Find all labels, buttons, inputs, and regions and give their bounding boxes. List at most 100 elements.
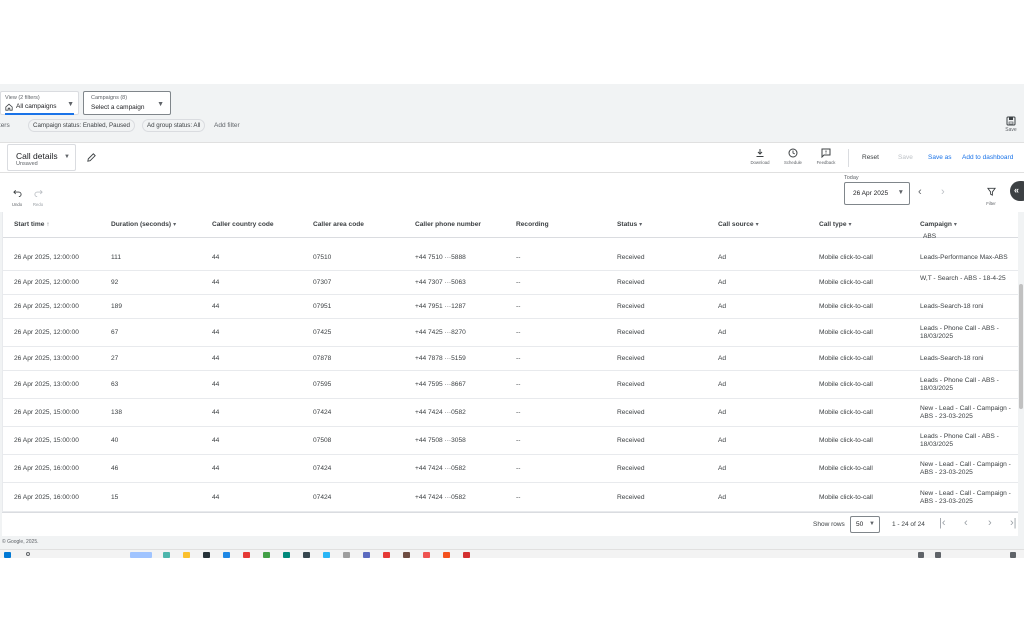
rows-per-page-selector[interactable]: 50 ▼: [850, 516, 880, 533]
previous-period-button[interactable]: ‹: [918, 187, 922, 198]
cell-status: Received: [617, 409, 645, 416]
cell-start-time: 26 Apr 2025, 12:00:00: [14, 253, 79, 261]
dropdown-arrow-icon: ▾: [953, 222, 957, 228]
first-page-icon[interactable]: |‹: [939, 517, 946, 529]
cell-start-time: 26 Apr 2025, 15:00:00: [14, 437, 79, 444]
cell-call-source: Ad: [718, 303, 727, 310]
notification-icon[interactable]: [1010, 552, 1016, 558]
redo-button[interactable]: Redo: [31, 184, 45, 207]
cell-call-type: Mobile click-to-call: [819, 465, 873, 472]
show-rows-label: Show rows: [813, 521, 845, 528]
cell-call-source: Ad: [718, 381, 727, 388]
undo-button[interactable]: Undo: [10, 184, 24, 207]
cell-call-type: Mobile click-to-call: [819, 437, 873, 444]
campaign-selector[interactable]: Campaigns (8) Select a campaign ▼: [83, 91, 171, 115]
undo-icon: [12, 189, 22, 198]
table-row[interactable]: 26 Apr 2025, 12:00:00 92 44 07307 +44 7307 ·…: [3, 271, 1018, 295]
cell-duration: 92: [111, 279, 119, 286]
collapse-panel-button[interactable]: «: [1010, 181, 1024, 201]
table-row[interactable]: 26 Apr 2025, 12:00:00 189 44 07951 +44 7951 …: [3, 295, 1018, 319]
app-icon[interactable]: [443, 552, 450, 558]
app-icon[interactable]: [463, 552, 470, 558]
cell-area-code: 07510: [313, 253, 332, 261]
date-range-selector[interactable]: 26 Apr 2025 ▼: [844, 182, 910, 205]
report-selector[interactable]: Call details Unsaved ▼: [7, 144, 76, 171]
pencil-icon[interactable]: [86, 152, 97, 163]
column-header-duration[interactable]: Duration (seconds) ▾: [111, 221, 176, 228]
table-row[interactable]: 26 Apr 2025, 16:00:00 15 44 07424 +44 7424 ·…: [3, 483, 1018, 512]
vertical-scrollbar[interactable]: [1019, 284, 1023, 409]
cell-call-type: Mobile click-to-call: [819, 329, 873, 336]
app-icon[interactable]: [383, 552, 390, 558]
cell-area-code: 07424: [313, 409, 332, 416]
cell-duration: 46: [111, 465, 119, 472]
cell-duration: 63: [111, 381, 119, 388]
table-row[interactable]: 26 Apr 2025, 13:00:00 63 44 07595 +44 7595 ·…: [3, 371, 1018, 399]
dropdown-arrow-icon: ▾: [848, 222, 852, 228]
cell-duration: 138: [111, 409, 123, 416]
column-header-call-source[interactable]: Call source ▾: [718, 221, 759, 228]
app-icon[interactable]: [163, 552, 170, 558]
network-icon[interactable]: [935, 552, 941, 558]
previous-page-icon[interactable]: ‹: [964, 517, 968, 529]
cell-recording: --: [516, 381, 521, 388]
cell-phone-number: +44 7425 ···8270: [415, 329, 466, 336]
filter-button[interactable]: Filter: [984, 183, 998, 206]
column-header-caller-country-code[interactable]: Caller country code: [212, 221, 274, 228]
save-button[interactable]: Save: [898, 154, 913, 161]
app-icon[interactable]: [243, 552, 250, 558]
search-icon[interactable]: [26, 552, 30, 556]
partial-row-text: ABS: [923, 233, 937, 240]
download-button[interactable]: Download: [747, 148, 773, 165]
table-row[interactable]: 26 Apr 2025, 12:00:00 111 44 07510 +44 7510 …: [3, 244, 1018, 271]
column-header-start-time[interactable]: Start time ↑: [14, 221, 49, 228]
table-row[interactable]: 26 Apr 2025, 15:00:00 138 44 07424 +44 7424 …: [3, 399, 1018, 427]
column-header-status[interactable]: Status ▾: [617, 221, 642, 228]
app-icon[interactable]: [343, 552, 350, 558]
chevron-down-icon: ▼: [67, 101, 74, 108]
filter-chip-ad-group-status[interactable]: Ad group status: All: [142, 119, 206, 132]
app-thumbnail-icon[interactable]: [130, 552, 152, 558]
add-to-dashboard-button[interactable]: Add to dashboard: [962, 154, 1013, 161]
column-header-caller-area-code[interactable]: Caller area code: [313, 221, 364, 228]
column-header-campaign[interactable]: Campaign ▾: [920, 221, 957, 228]
app-icon[interactable]: [203, 552, 210, 558]
last-page-icon[interactable]: ›|: [1010, 517, 1017, 529]
reset-button[interactable]: Reset: [862, 154, 879, 161]
app-icon[interactable]: [403, 552, 410, 558]
edge-icon[interactable]: [223, 552, 230, 558]
windows-start-icon[interactable]: [4, 552, 11, 558]
save-as-button[interactable]: Save as: [928, 154, 952, 161]
cell-country-code: 44: [212, 493, 220, 501]
column-header-recording[interactable]: Recording: [516, 221, 549, 228]
cell-recording: --: [516, 409, 521, 416]
chevron-down-icon: ▼: [157, 101, 164, 108]
undo-label: Undo: [11, 202, 23, 207]
column-header-call-type[interactable]: Call type ▾: [819, 221, 852, 228]
cell-campaign: Leads-Search-18 roni: [920, 303, 984, 310]
table-row[interactable]: 26 Apr 2025, 15:00:00 40 44 07508 +44 7508 ·…: [3, 427, 1018, 455]
filter-chip-campaign-status[interactable]: Campaign status: Enabled, Paused: [28, 119, 135, 132]
app-icon[interactable]: [363, 552, 370, 558]
app-icon[interactable]: [263, 552, 270, 558]
app-icon[interactable]: [303, 552, 310, 558]
cell-country-code: 44: [212, 465, 220, 472]
feedback-button[interactable]: Feedback: [813, 148, 839, 165]
view-selector[interactable]: View (2 filters) All campaigns ▼: [0, 91, 79, 115]
folder-icon[interactable]: [183, 552, 190, 558]
add-filter-button[interactable]: Add filter: [214, 122, 240, 129]
save-top-button[interactable]: Save: [1003, 116, 1019, 133]
next-period-button[interactable]: ›: [941, 187, 945, 198]
table-row[interactable]: 26 Apr 2025, 16:00:00 46 44 07424 +44 7424 ·…: [3, 455, 1018, 483]
app-icon[interactable]: [423, 552, 430, 558]
table-header: Start time ↑ Duration (seconds) ▾ Caller c…: [3, 212, 1018, 238]
app-icon[interactable]: [283, 552, 290, 558]
column-header-caller-phone-number[interactable]: Caller phone number: [415, 221, 481, 228]
view-selector-label: View (2 filters): [5, 95, 40, 101]
next-page-icon[interactable]: ›: [988, 517, 992, 529]
app-icon[interactable]: [323, 552, 330, 558]
table-row[interactable]: 26 Apr 2025, 13:00:00 27 44 07878 +44 7878 ·…: [3, 347, 1018, 371]
system-tray-icon[interactable]: [918, 552, 924, 558]
schedule-button[interactable]: Schedule: [780, 148, 806, 165]
table-row[interactable]: 26 Apr 2025, 12:00:00 67 44 07425 +44 7425 ·…: [3, 319, 1018, 347]
